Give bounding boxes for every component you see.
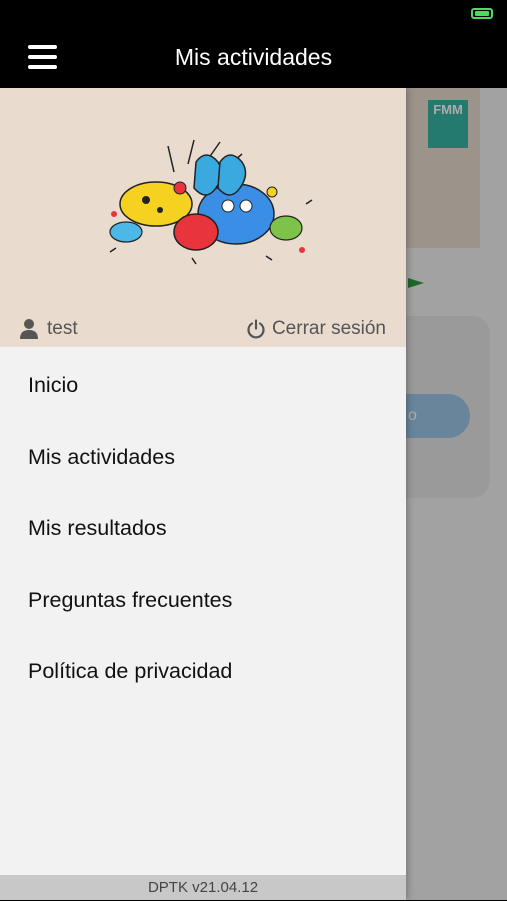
drawer-menu: Inicio Mis actividades Mis resultados Pr…: [0, 347, 406, 705]
menu-item-mis-resultados[interactable]: Mis resultados: [0, 490, 406, 562]
user-info: test: [20, 317, 78, 341]
drawer-header: test Cerrar sesión: [0, 88, 406, 347]
battery-icon: [471, 8, 493, 19]
app-header: Mis actividades: [0, 28, 507, 88]
username: test: [47, 318, 78, 339]
menu-item-preguntas-frecuentes[interactable]: Preguntas frecuentes: [0, 562, 406, 634]
power-icon: [247, 319, 265, 339]
menu-item-politica-privacidad[interactable]: Política de privacidad: [0, 633, 406, 705]
version-footer: DPTK v21.04.12: [0, 875, 406, 900]
user-icon: [20, 319, 38, 339]
page-title: Mis actividades: [174, 44, 333, 70]
logout-button[interactable]: Cerrar sesión: [246, 317, 386, 341]
menu-item-mis-actividades[interactable]: Mis actividades: [0, 419, 406, 491]
navigation-drawer: test Cerrar sesión Inicio Mis actividade…: [0, 88, 406, 900]
logout-label: Cerrar sesión: [271, 318, 386, 339]
header-illustration: [109, 139, 313, 265]
menu-item-inicio[interactable]: Inicio: [0, 347, 406, 419]
status-bar: [0, 0, 507, 28]
